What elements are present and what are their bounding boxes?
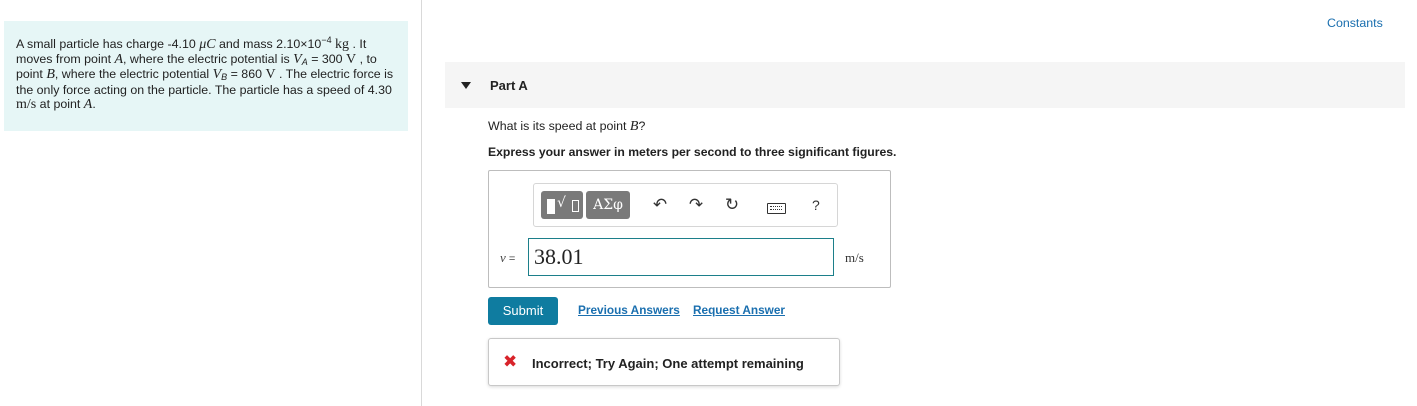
greek-icon[interactable]: ΑΣφ xyxy=(586,191,630,219)
part-a-header[interactable]: Part A xyxy=(445,62,1405,108)
constants-link[interactable]: Constants xyxy=(1327,16,1383,30)
incorrect-x-icon: ✖ xyxy=(503,352,518,372)
problem-text: = 860 xyxy=(227,67,266,82)
mass-exponent: −4 xyxy=(321,35,332,45)
template-box-shape xyxy=(547,199,555,214)
problem-statement: A small particle has charge -4.10 μC and… xyxy=(4,21,408,131)
problem-text: . xyxy=(92,96,96,111)
problem-text: and mass 2.10×10 xyxy=(215,37,322,51)
question-body: What is its speed at point xyxy=(488,119,630,133)
help-icon[interactable]: ? xyxy=(812,194,826,216)
point-b: B xyxy=(46,67,55,83)
mass-unit: kg xyxy=(335,37,350,52)
problem-text: , where the electric potential is xyxy=(123,52,294,67)
feedback-box: ✖ Incorrect; Try Again; One attempt rema… xyxy=(488,338,840,386)
keyboard-icon[interactable] xyxy=(767,203,786,214)
question-end: ? xyxy=(638,119,646,133)
answer-equals: = xyxy=(505,253,516,265)
speed-unit: m/s xyxy=(16,96,37,112)
volt-unit: V xyxy=(265,67,276,83)
answer-input[interactable] xyxy=(528,238,834,276)
answer-instruction: Express your answer in meters per second… xyxy=(488,145,897,159)
potential-b-symbol: V xyxy=(212,67,222,83)
undo-icon[interactable]: ↶ xyxy=(649,194,671,216)
collapse-caret-icon[interactable] xyxy=(461,82,471,89)
previous-answers-link[interactable]: Previous Answers xyxy=(578,303,680,317)
submit-button[interactable]: Submit xyxy=(488,297,558,325)
potential-a-symbol: V xyxy=(293,52,302,68)
radical-glyph: √ xyxy=(557,195,566,211)
answer-box: √ ΑΣφ ↶ ↷ ↻ ? v = m/s xyxy=(488,170,891,288)
problem-text: A small particle has charge -4.10 xyxy=(16,37,200,51)
template-box-shape xyxy=(572,200,579,212)
problem-text: at point xyxy=(36,96,84,111)
answer-variable-label: v = xyxy=(500,250,515,266)
charge-unit: μC xyxy=(199,37,216,52)
question-text: What is its speed at point B? xyxy=(488,119,645,135)
problem-pane: A small particle has charge -4.10 μC and… xyxy=(0,0,422,406)
volt-unit: V xyxy=(346,52,357,68)
redo-icon[interactable]: ↷ xyxy=(685,194,707,216)
problem-text: , where the electric potential xyxy=(54,67,213,82)
answer-units: m/s xyxy=(845,250,864,265)
math-toolbar: √ ΑΣφ ↶ ↷ ↻ ? xyxy=(533,183,838,227)
request-answer-link[interactable]: Request Answer xyxy=(693,303,785,317)
part-title: Part A xyxy=(490,78,528,93)
reset-icon[interactable]: ↻ xyxy=(721,194,743,216)
problem-text: = 300 xyxy=(307,52,346,67)
point-a: A xyxy=(114,52,124,68)
templates-icon[interactable]: √ xyxy=(541,191,583,219)
feedback-message: Incorrect; Try Again; One attempt remain… xyxy=(532,356,804,371)
